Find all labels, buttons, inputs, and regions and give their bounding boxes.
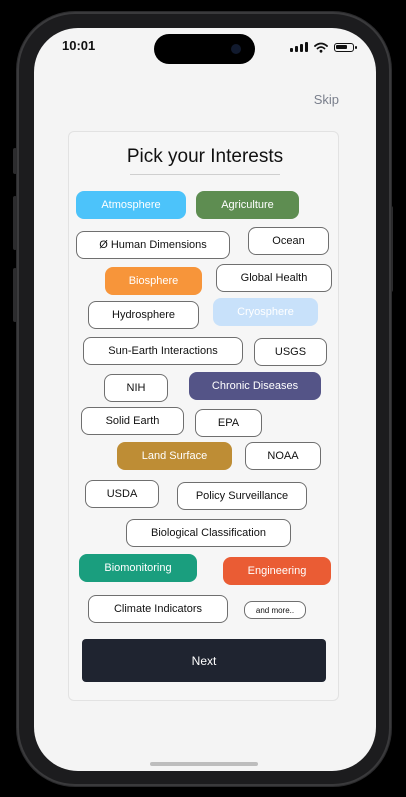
chip-noaa[interactable]: NOAA — [245, 442, 321, 470]
chip-biomonitoring[interactable]: Biomonitoring — [79, 554, 197, 582]
camera-icon — [231, 44, 241, 54]
battery-icon — [334, 42, 357, 52]
skip-button[interactable]: Skip — [314, 92, 339, 107]
next-button[interactable]: Next — [82, 639, 326, 682]
chip-global-health[interactable]: Global Health — [216, 264, 332, 292]
chip-chronic-diseases[interactable]: Chronic Diseases — [189, 372, 321, 400]
chip-hydrosphere[interactable]: Hydrosphere — [88, 301, 199, 329]
status-icons — [290, 41, 357, 53]
chip-engineering[interactable]: Engineering — [223, 557, 331, 585]
chip-solid-earth[interactable]: Solid Earth — [81, 407, 184, 435]
chip-atmosphere[interactable]: Atmosphere — [76, 191, 186, 219]
chip-climate-indicators[interactable]: Climate Indicators — [88, 595, 228, 623]
chip-sun-earth-interactions[interactable]: Sun-Earth Interactions — [83, 337, 243, 365]
chip-biological-classification[interactable]: Biological Classification — [126, 519, 291, 547]
chip-and-more[interactable]: and more.. — [244, 601, 306, 619]
chip-ocean[interactable]: Ocean — [248, 227, 329, 255]
phone-screen: 10:01 Skip Pick your Interests Atmospher… — [34, 28, 376, 771]
chip-agriculture[interactable]: Agriculture — [196, 191, 299, 219]
cellular-signal-icon — [290, 42, 308, 52]
chip-epa[interactable]: EPA — [195, 409, 262, 437]
chip-policy-surveillance[interactable]: Policy Surveillance — [177, 482, 307, 510]
chip-biosphere[interactable]: Biosphere — [105, 267, 202, 295]
chip-usgs[interactable]: USGS — [254, 338, 327, 366]
dynamic-island — [154, 34, 255, 64]
chip-land-surface[interactable]: Land Surface — [117, 442, 232, 470]
status-time: 10:01 — [62, 38, 96, 53]
title-divider — [130, 174, 280, 175]
chip-human-dimensions[interactable]: Ø Human Dimensions — [76, 231, 230, 259]
wifi-icon — [314, 42, 328, 53]
chip-usda[interactable]: USDA — [85, 480, 159, 508]
page-title: Pick your Interests — [126, 146, 284, 167]
home-indicator — [150, 762, 258, 766]
chip-nih[interactable]: NIH — [104, 374, 168, 402]
chip-cryosphere[interactable]: Cryosphere — [213, 298, 318, 326]
